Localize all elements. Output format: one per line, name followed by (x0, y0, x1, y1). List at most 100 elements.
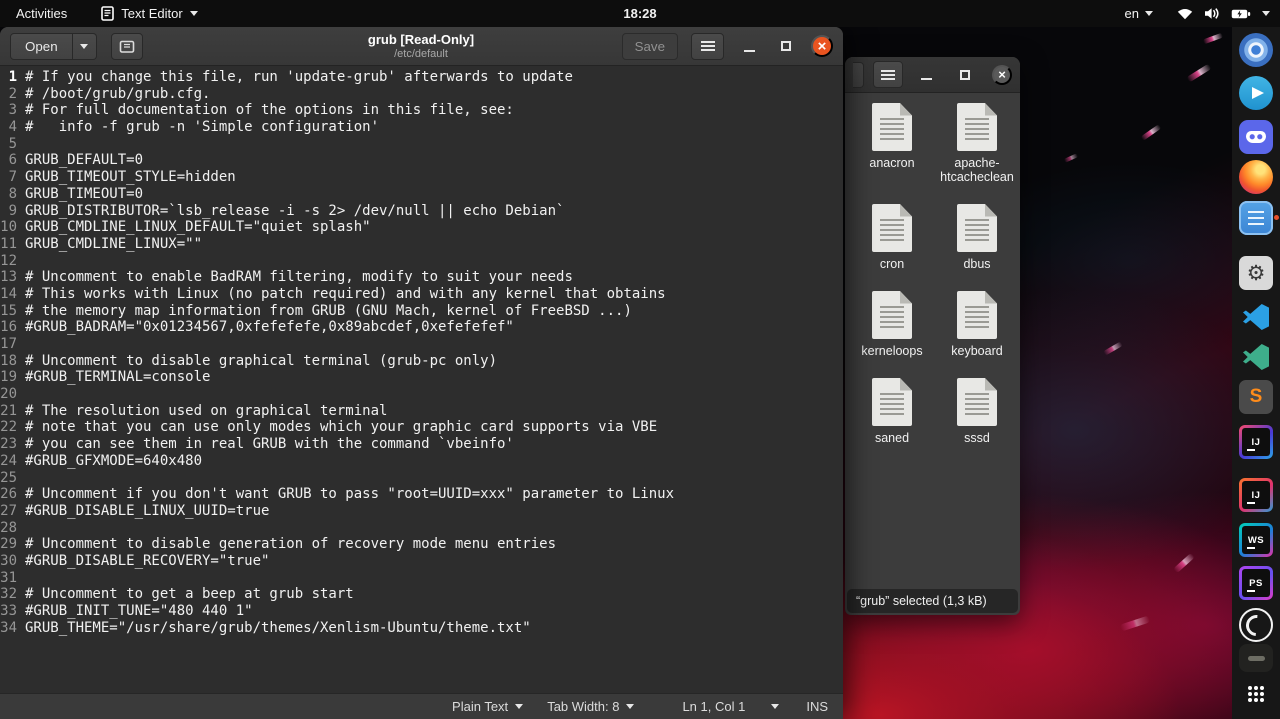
language-dropdown[interactable]: Plain Text (452, 699, 524, 714)
editor-line: 26 # Uncomment if you don't want GRUB to… (0, 486, 843, 503)
dock-firefox[interactable] (1239, 160, 1273, 194)
new-document-button[interactable] (110, 32, 143, 60)
file-item[interactable]: sssd (936, 378, 1018, 445)
clock[interactable]: 18:28 (623, 6, 656, 21)
editor-line: 9 GRUB_DISTRIBUTOR=`lsb_release -i -s 2>… (0, 203, 843, 220)
line-number: 7 (8, 169, 17, 186)
dock-webstorm[interactable]: WS (1239, 523, 1273, 557)
line-text: # /boot/grub/grub.cfg. (25, 85, 211, 102)
file-name: dbus (963, 257, 991, 271)
menu-button[interactable] (691, 32, 724, 60)
open-dropdown-button[interactable] (72, 32, 97, 60)
line-number: 10 (0, 219, 17, 236)
file-item[interactable]: saned (851, 378, 933, 445)
dock-show-apps[interactable] (1239, 677, 1273, 705)
editor-line: 22 # note that you can use only modes wh… (0, 419, 843, 436)
file-item[interactable]: anacron (851, 103, 933, 184)
file-item[interactable]: keyboard (936, 291, 1018, 358)
line-text: # This works with Linux (no patch requir… (25, 285, 666, 302)
discord-icon (1239, 120, 1273, 154)
line-text: GRUB_THEME="/usr/share/grub/themes/Xenli… (25, 619, 531, 636)
editor-line: 34 GRUB_THEME="/usr/share/grub/themes/Xe… (0, 620, 843, 637)
line-text: #GRUB_TERMINAL=console (25, 369, 211, 386)
dock-chromium[interactable] (1239, 33, 1273, 67)
dock-vscodium[interactable] (1239, 340, 1273, 374)
dock-dimmed-app[interactable] (1239, 644, 1273, 672)
file-item[interactable]: cron (851, 204, 933, 271)
chevron-down-icon (189, 11, 198, 16)
line-number: 22 (0, 419, 17, 436)
chevron-down-icon (626, 704, 635, 709)
dock: ⚙ S IJ IJ WS PS (1232, 27, 1280, 719)
file-name: apache-htcacheclean (940, 156, 1014, 184)
wallpaper-spark (1063, 153, 1079, 163)
maximize-icon (781, 41, 791, 51)
maximize-button[interactable] (953, 63, 977, 87)
file-item[interactable]: dbus (936, 204, 1018, 271)
line-number: 34 (0, 619, 17, 636)
editor-line: 6 GRUB_DEFAULT=0 (0, 152, 843, 169)
wallpaper-spark (1103, 341, 1123, 356)
close-icon: × (998, 67, 1006, 82)
wallpaper-spark (1186, 63, 1212, 83)
file-name: kerneloops (861, 344, 923, 358)
line-number: 18 (0, 352, 17, 369)
line-number: 4 (8, 119, 17, 136)
dock-obs[interactable] (1239, 608, 1273, 642)
dock-telegram[interactable] (1239, 76, 1273, 110)
line-number: 17 (0, 336, 17, 352)
dock-settings[interactable]: ⚙ (1239, 256, 1273, 290)
save-button[interactable]: Save (621, 32, 678, 60)
editor-line: 14 # This works with Linux (no patch req… (0, 286, 843, 303)
line-number: 6 (8, 152, 17, 169)
editor-line: 31 (0, 570, 843, 587)
editor-line: 10 GRUB_CMDLINE_LINUX_DEFAULT="quiet spl… (0, 219, 843, 236)
document-icon (872, 204, 912, 252)
dock-notes[interactable] (1239, 201, 1279, 235)
open-button-label: Open (25, 38, 58, 54)
dock-intellij[interactable]: IJ (1239, 425, 1273, 459)
minimize-button[interactable] (914, 63, 938, 87)
dock-sublime[interactable]: S (1239, 380, 1273, 414)
close-button[interactable]: × (811, 35, 833, 57)
file-item[interactable]: apache-htcacheclean (936, 103, 1018, 184)
telegram-icon (1239, 76, 1273, 110)
dock-discord[interactable] (1239, 120, 1273, 154)
file-item[interactable]: kerneloops (851, 291, 933, 358)
line-text: #GRUB_INIT_TUNE="480 440 1" (25, 603, 253, 619)
activities-button[interactable]: Activities (12, 0, 71, 27)
icon-glyph: IJ (1242, 428, 1270, 456)
editor-line: 15 # the memory map information from GRU… (0, 303, 843, 320)
keyboard-layout-label: en (1124, 6, 1139, 21)
editor-line: 5 (0, 136, 843, 153)
tab-width-dropdown[interactable]: Tab Width: 8 (547, 699, 635, 714)
file-manager-menu-button[interactable] (873, 61, 903, 88)
line-number: 9 (8, 202, 17, 219)
line-number: 21 (0, 402, 17, 419)
editor-text-area[interactable]: 1 # If you change this file, run 'update… (0, 66, 843, 693)
dock-phpstorm[interactable]: PS (1239, 566, 1273, 600)
line-text: # The resolution used on graphical termi… (25, 402, 388, 419)
app-menu[interactable]: Text Editor (97, 0, 201, 27)
firefox-icon (1239, 160, 1273, 194)
dock-vscode[interactable] (1239, 300, 1273, 334)
line-number: 33 (0, 603, 17, 619)
text-editor-window: Open grub [Read-Only] /etc/default Save … (0, 27, 843, 719)
dock-intellij-ce[interactable]: IJ (1239, 478, 1273, 512)
minimize-button[interactable] (737, 34, 761, 58)
save-button-label: Save (634, 38, 665, 54)
open-button[interactable]: Open (10, 32, 73, 60)
line-text: GRUB_DEFAULT=0 (25, 152, 144, 169)
line-number: 12 (0, 252, 17, 269)
maximize-button[interactable] (774, 34, 798, 58)
close-button[interactable]: × (992, 64, 1012, 85)
line-text: # Uncomment to disable graphical termina… (25, 352, 498, 369)
intellij-idea-icon: IJ (1239, 425, 1273, 459)
keyboard-layout-button[interactable]: en (1125, 6, 1153, 21)
document-icon (872, 103, 912, 151)
system-status-menu[interactable] (1177, 7, 1270, 20)
line-text: GRUB_TIMEOUT_STYLE=hidden (25, 169, 236, 186)
goto-line-dropdown[interactable] (771, 704, 780, 709)
editor-line: 19 #GRUB_TERMINAL=console (0, 369, 843, 386)
partial-toolbar-button[interactable] (853, 61, 864, 88)
